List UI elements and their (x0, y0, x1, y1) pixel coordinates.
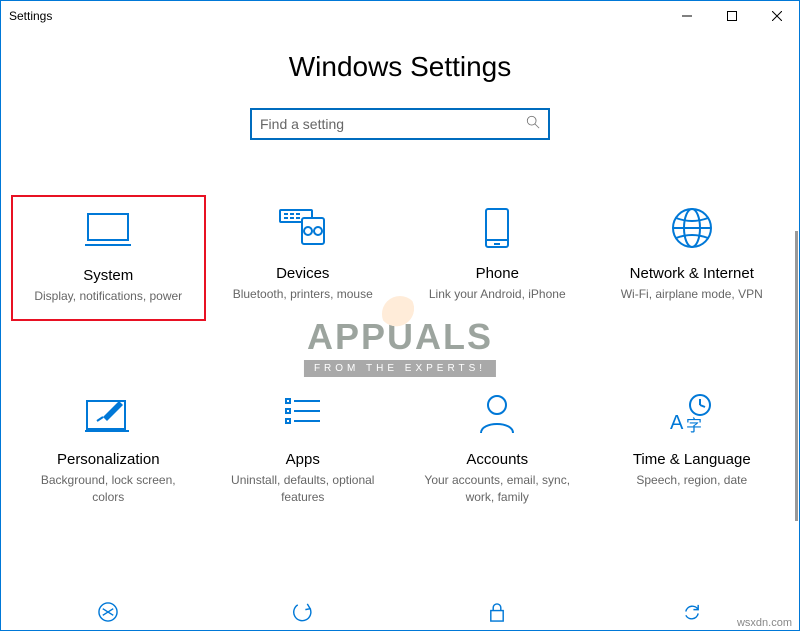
search-icon (526, 115, 540, 134)
tile-desc: Speech, region, date (636, 472, 747, 489)
tile-apps[interactable]: Apps Uninstall, defaults, optional featu… (206, 381, 401, 520)
tile-desc: Link your Android, iPhone (429, 286, 566, 303)
scrollbar[interactable] (795, 231, 798, 521)
tile-personalization[interactable]: Personalization Background, lock screen,… (11, 381, 206, 520)
maximize-button[interactable] (709, 1, 754, 31)
search-input[interactable] (260, 116, 526, 132)
gaming-icon (87, 587, 129, 630)
minimize-button[interactable] (664, 1, 709, 31)
search-box[interactable] (250, 108, 550, 140)
phone-icon (484, 203, 510, 253)
tile-desc: Bluetooth, printers, mouse (233, 286, 373, 303)
tile-title: Personalization (57, 451, 160, 468)
tile-phone[interactable]: Phone Link your Android, iPhone (400, 195, 595, 321)
update-icon (671, 587, 713, 630)
tile-title: System (83, 267, 133, 284)
personalization-icon (85, 389, 131, 439)
tile-desc: Your accounts, email, sync, work, family (412, 472, 582, 506)
globe-icon (671, 203, 713, 253)
close-icon (772, 11, 782, 21)
titlebar: Settings (1, 1, 799, 31)
tile-title: Network & Internet (630, 265, 754, 282)
tile-ease-of-access[interactable] (206, 579, 401, 630)
lock-icon (480, 587, 514, 630)
tile-desc: Background, lock screen, colors (23, 472, 193, 506)
system-icon (85, 205, 131, 255)
page-title: Windows Settings (1, 51, 799, 83)
tile-desc: Display, notifications, power (34, 288, 182, 305)
tile-title: Phone (476, 265, 519, 282)
settings-grid: System Display, notifications, power Dev… (1, 195, 799, 630)
source-url: wsxdn.com (737, 617, 792, 629)
tile-privacy[interactable] (400, 579, 595, 630)
tile-desc: Uninstall, defaults, optional features (218, 472, 388, 506)
window-controls (664, 1, 799, 31)
close-button[interactable] (754, 1, 799, 31)
time-language-icon: A 字 (668, 389, 716, 439)
tile-time-language[interactable]: A 字 Time & Language Speech, region, date (595, 381, 790, 520)
tile-title: Accounts (466, 451, 528, 468)
ease-of-access-icon (282, 587, 324, 630)
tile-title: Time & Language (633, 451, 751, 468)
devices-icon (278, 203, 328, 253)
settings-window: Settings Windows Settings A (0, 0, 800, 631)
minimize-icon (682, 11, 692, 21)
search-container (1, 108, 799, 140)
tile-title: Devices (276, 265, 329, 282)
tile-accounts[interactable]: Accounts Your accounts, email, sync, wor… (400, 381, 595, 520)
tile-devices[interactable]: Devices Bluetooth, printers, mouse (206, 195, 401, 321)
tile-gaming[interactable] (11, 579, 206, 630)
apps-icon (284, 389, 322, 439)
maximize-icon (727, 11, 737, 21)
tile-network[interactable]: Network & Internet Wi-Fi, airplane mode,… (595, 195, 790, 321)
tile-system[interactable]: System Display, notifications, power (11, 195, 206, 321)
tile-title: Apps (286, 451, 320, 468)
accounts-icon (478, 389, 516, 439)
content-area: Windows Settings APPUALS FROM THE EXPERT… (1, 31, 799, 630)
window-title: Settings (9, 9, 52, 23)
svg-text:字: 字 (686, 417, 702, 435)
tile-desc: Wi-Fi, airplane mode, VPN (621, 286, 763, 303)
svg-text:A: A (670, 412, 684, 434)
